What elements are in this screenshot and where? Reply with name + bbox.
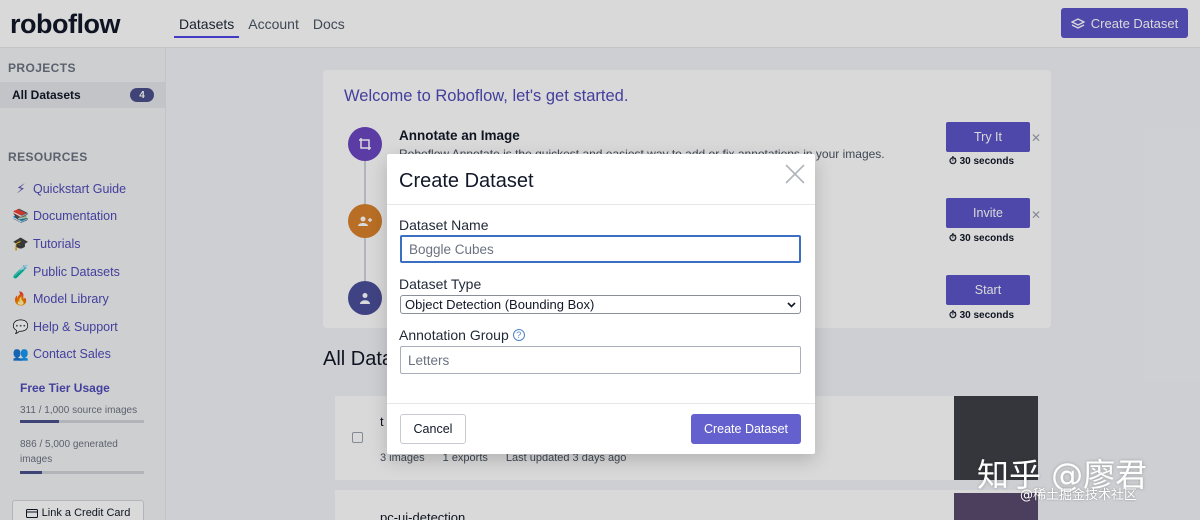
dataset-type-label: Dataset Type [399,276,482,292]
dataset-name-label: Dataset Name [399,217,489,233]
annotation-group-label-text: Annotation Group [399,327,509,343]
dataset-type-value: Object Detection (Bounding Box) [405,297,595,312]
annotation-group-input[interactable] [400,346,801,374]
dataset-type-select[interactable]: Object Detection (Bounding Box) [400,295,801,314]
modal-footer-divider [387,403,815,404]
create-dataset-submit-button[interactable]: Create Dataset [691,414,801,444]
modal-title: Create Dataset [399,170,534,192]
help-icon[interactable]: ? [512,329,525,341]
close-icon[interactable] [783,162,807,186]
create-dataset-modal: Create Dataset Dataset Name Dataset Type… [387,154,815,454]
chevron-down-icon [787,301,796,308]
cancel-button[interactable]: Cancel [400,414,466,444]
modal-divider [387,204,815,205]
annotation-group-label: Annotation Group ? [399,327,525,343]
dataset-name-input[interactable] [400,235,801,263]
watermark-subtext: @稀土掘金技术社区 [1020,488,1138,503]
